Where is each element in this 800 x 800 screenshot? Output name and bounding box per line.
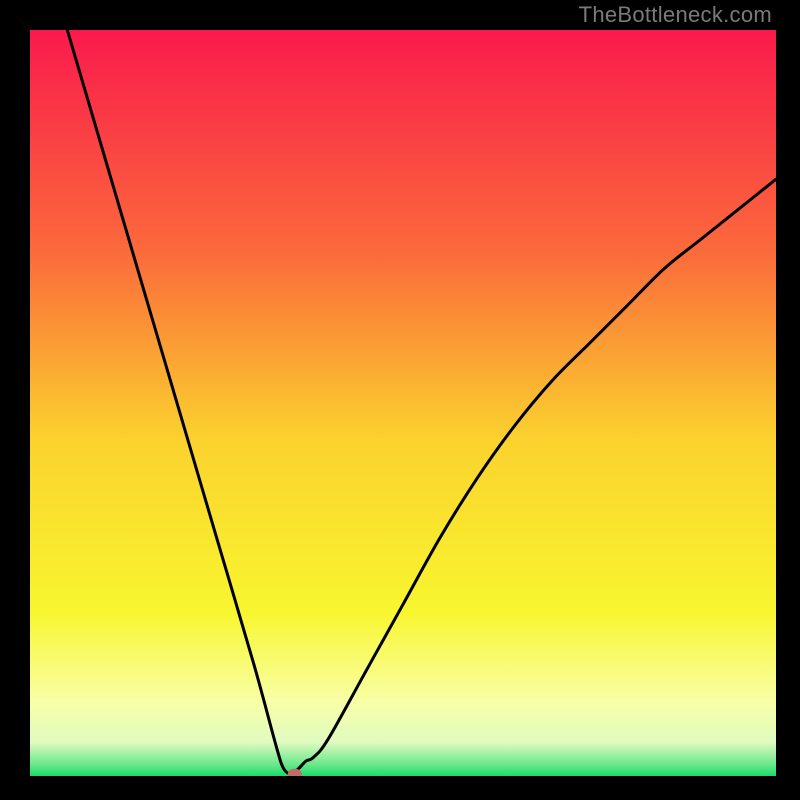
chart-frame: TheBottleneck.com xyxy=(0,0,800,800)
bottleneck-chart xyxy=(30,30,776,776)
watermark-label: TheBottleneck.com xyxy=(579,2,772,28)
chart-background xyxy=(30,30,776,776)
